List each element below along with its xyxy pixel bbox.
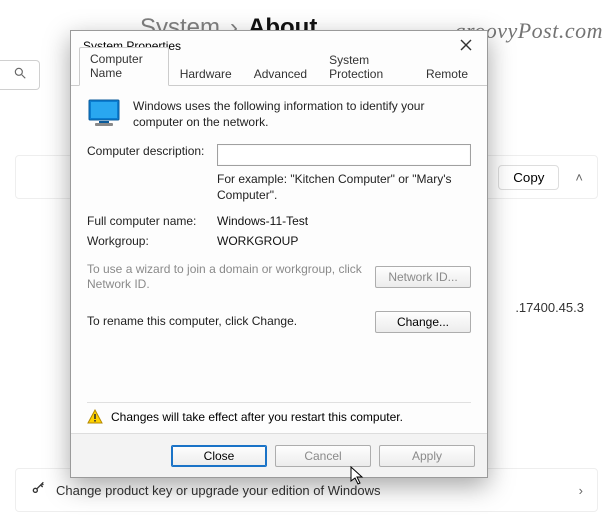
change-button[interactable]: Change... <box>375 311 471 333</box>
tab-computer-name[interactable]: Computer Name <box>79 47 169 86</box>
full-computer-name-label: Full computer name: <box>87 214 217 228</box>
search-input[interactable] <box>0 60 40 90</box>
monitor-icon <box>87 98 121 128</box>
tab-remote[interactable]: Remote <box>415 62 479 86</box>
close-button[interactable] <box>453 35 479 57</box>
computer-description-input[interactable] <box>217 144 471 166</box>
tab-hardware[interactable]: Hardware <box>169 62 243 86</box>
search-icon <box>13 66 27 85</box>
system-properties-dialog: System Properties Computer Name Hardware… <box>70 30 488 478</box>
product-key-label: Change product key or upgrade your editi… <box>56 483 579 498</box>
warning-icon <box>87 409 103 425</box>
tab-strip: Computer Name Hardware Advanced System P… <box>71 61 487 86</box>
full-computer-name-value: Windows-11-Test <box>217 214 471 228</box>
tab-advanced[interactable]: Advanced <box>243 62 318 86</box>
network-id-button[interactable]: Network ID... <box>375 266 471 288</box>
computer-description-hint: For example: "Kitchen Computer" or "Mary… <box>217 172 471 203</box>
chevron-right-icon: › <box>579 483 583 498</box>
intro-text: Windows uses the following information t… <box>133 98 471 130</box>
key-icon <box>30 481 46 500</box>
restart-message: Changes will take effect after you resta… <box>111 410 403 424</box>
copy-button[interactable]: Copy <box>498 165 559 190</box>
apply-button[interactable]: Apply <box>379 445 475 467</box>
rename-message: To rename this computer, click Change. <box>87 314 375 330</box>
close-icon <box>460 39 472 54</box>
dialog-button-row: Close Cancel Apply <box>71 433 487 477</box>
close-dialog-button[interactable]: Close <box>171 445 267 467</box>
tab-pane-computer-name: Windows uses the following information t… <box>71 86 487 433</box>
build-fragment: .17400.45.3 <box>515 300 584 315</box>
workgroup-label: Workgroup: <box>87 234 217 248</box>
computer-description-label: Computer description: <box>87 144 217 158</box>
cancel-button[interactable]: Cancel <box>275 445 371 467</box>
network-id-message: To use a wizard to join a domain or work… <box>87 262 375 293</box>
tab-system-protection[interactable]: System Protection <box>318 48 415 86</box>
chevron-up-icon[interactable]: ˄ <box>575 170 583 185</box>
workgroup-value: WORKGROUP <box>217 234 471 248</box>
